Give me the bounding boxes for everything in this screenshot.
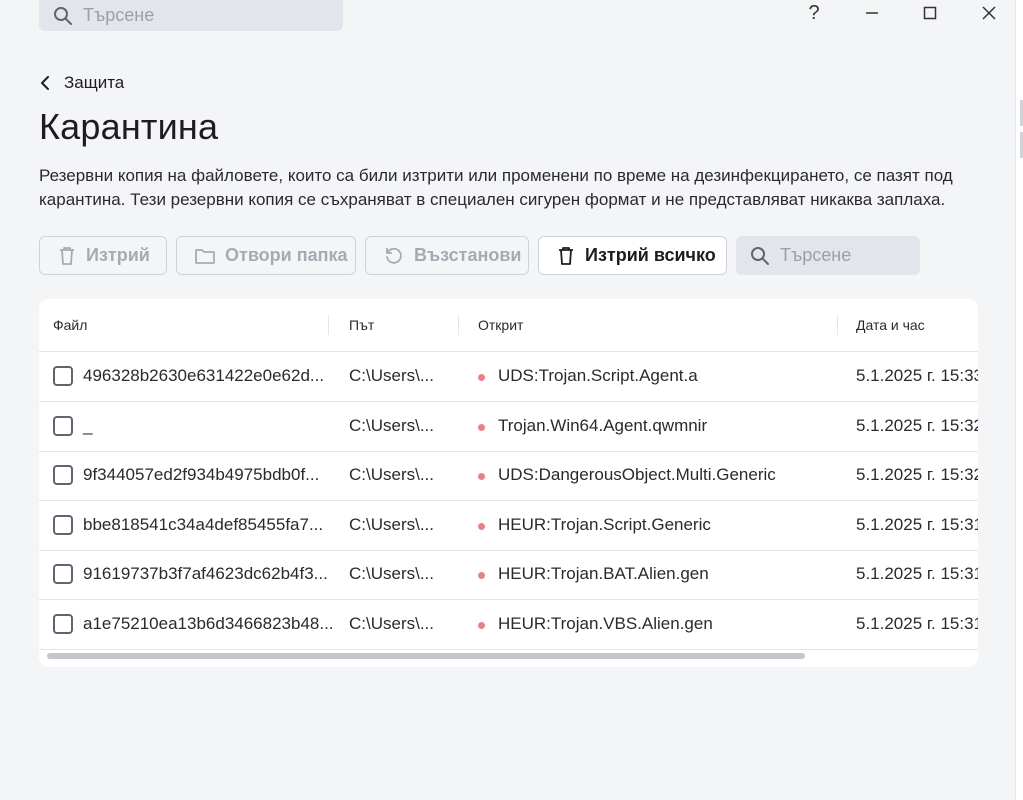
open-folder-button-label: Отвори папка xyxy=(225,245,348,265)
quarantine-search-input[interactable] xyxy=(780,245,910,266)
delete-all-button-label: Изтрий всичко xyxy=(585,245,716,265)
table-row[interactable]: bbe818541c34a4def85455fa7... C:\Users\..… xyxy=(39,501,978,551)
table-row[interactable]: 91619737b3f7af4623dc62b4f3... C:\Users\.… xyxy=(39,550,978,600)
threat-dot-icon xyxy=(478,572,485,579)
delete-all-button[interactable]: Изтрий всичко xyxy=(538,236,727,275)
table-row[interactable]: 9f344057ed2f934b4975bdb0f... C:\Users\..… xyxy=(39,451,978,501)
restore-icon xyxy=(386,247,402,264)
file-name: 91619737b3f7af4623dc62b4f3... xyxy=(83,564,328,583)
global-search-input[interactable] xyxy=(83,5,323,26)
detection-datetime: 5.1.2025 г. 15:32 xyxy=(856,416,978,435)
column-resizer[interactable] xyxy=(328,315,329,335)
help-icon: ? xyxy=(808,1,820,24)
close-icon xyxy=(982,6,996,20)
trash-icon xyxy=(60,246,74,265)
file-path: C:\Users\... xyxy=(349,564,435,583)
delete-button[interactable]: Изтрий xyxy=(39,236,167,275)
detected-threat: HEUR:Trojan.Script.Generic xyxy=(498,515,711,534)
column-header-detected[interactable]: Открит xyxy=(478,317,523,333)
file-path: C:\Users\... xyxy=(349,515,435,534)
table-header: Файл Път Открит Дата и час xyxy=(39,299,978,352)
page-description: Резервни копия на файловете, които са би… xyxy=(39,166,953,209)
detected-threat: Trojan.Win64.Agent.qwmnir xyxy=(498,416,708,435)
help-button[interactable]: ? xyxy=(791,0,837,26)
search-icon xyxy=(751,246,769,265)
file-name: 496328b2630e631422e0e62d... xyxy=(83,366,325,385)
detection-datetime: 5.1.2025 г. 15:31 xyxy=(856,614,978,633)
column-header-datetime[interactable]: Дата и час xyxy=(856,317,925,333)
table-row[interactable]: 496328b2630e631422e0e62d... C:\Users\...… xyxy=(39,352,978,402)
column-header-file[interactable]: Файл xyxy=(53,317,87,333)
column-resizer[interactable] xyxy=(458,315,459,335)
restore-button[interactable]: Възстанови xyxy=(365,236,529,275)
detected-threat: UDS:Trojan.Script.Agent.a xyxy=(498,366,698,385)
open-folder-button[interactable]: Отвори папка xyxy=(176,236,356,275)
file-path: C:\Users\... xyxy=(349,465,435,484)
row-checkbox[interactable] xyxy=(53,614,73,634)
row-checkbox[interactable] xyxy=(53,366,73,386)
delete-button-label: Изтрий xyxy=(86,245,150,265)
file-path: C:\Users\... xyxy=(349,614,435,633)
file-name: 9f344057ed2f934b4975bdb0f... xyxy=(83,465,320,484)
detection-datetime: 5.1.2025 г. 15:31 xyxy=(856,515,978,534)
trash-icon xyxy=(559,246,573,265)
detected-threat: HEUR:Trojan.VBS.Alien.gen xyxy=(498,614,713,633)
row-checkbox[interactable] xyxy=(53,564,73,584)
horizontal-scrollbar-thumb[interactable] xyxy=(47,653,805,659)
search-icon xyxy=(54,6,72,25)
chevron-left-icon xyxy=(41,76,49,90)
detection-datetime: 5.1.2025 г. 15:32 xyxy=(856,465,978,484)
threat-dot-icon xyxy=(478,622,485,629)
minimize-button[interactable] xyxy=(849,0,895,26)
detected-threat: HEUR:Trojan.BAT.Alien.gen xyxy=(498,564,709,583)
column-header-path[interactable]: Път xyxy=(349,317,374,333)
file-name: bbe818541c34a4def85455fa7... xyxy=(83,515,324,534)
folder-icon xyxy=(195,248,215,264)
detection-datetime: 5.1.2025 г. 15:33 xyxy=(856,366,978,385)
minimize-icon xyxy=(866,12,878,14)
file-path: C:\Users\... xyxy=(349,416,435,435)
back-link-label: Защита xyxy=(64,73,125,92)
page-title: Карантина xyxy=(39,106,219,147)
back-link[interactable]: Защита xyxy=(40,71,124,95)
file-name: a1e75210ea13b6d3466823b48... xyxy=(83,614,334,633)
table-row[interactable]: _ C:\Users\... Trojan.Win64.Agent.qwmnir… xyxy=(39,402,978,452)
maximize-icon xyxy=(923,6,937,20)
file-name: _ xyxy=(83,416,93,435)
row-checkbox[interactable] xyxy=(53,465,73,485)
row-checkbox[interactable] xyxy=(53,515,73,535)
detection-datetime: 5.1.2025 г. 15:31 xyxy=(856,564,978,583)
column-resizer[interactable] xyxy=(837,315,838,335)
file-path: C:\Users\... xyxy=(349,366,435,385)
quarantine-search[interactable] xyxy=(736,236,920,275)
table-row[interactable]: a1e75210ea13b6d3466823b48... C:\Users\..… xyxy=(39,600,978,650)
global-search[interactable] xyxy=(39,0,343,31)
close-button[interactable] xyxy=(966,0,1012,26)
threat-dot-icon xyxy=(478,424,485,431)
row-checkbox[interactable] xyxy=(53,416,73,436)
detected-threat: UDS:DangerousObject.Multi.Generic xyxy=(498,465,776,484)
threat-dot-icon xyxy=(478,374,485,381)
threat-dot-icon xyxy=(478,473,485,480)
window-right-edge xyxy=(1015,0,1023,800)
maximize-button[interactable] xyxy=(907,0,953,26)
threat-dot-icon xyxy=(478,523,485,530)
horizontal-scrollbar[interactable] xyxy=(47,653,967,659)
restore-button-label: Възстанови xyxy=(414,245,522,265)
quarantine-table: Файл Път Открит Дата и час 496328b2630e6… xyxy=(39,299,978,667)
